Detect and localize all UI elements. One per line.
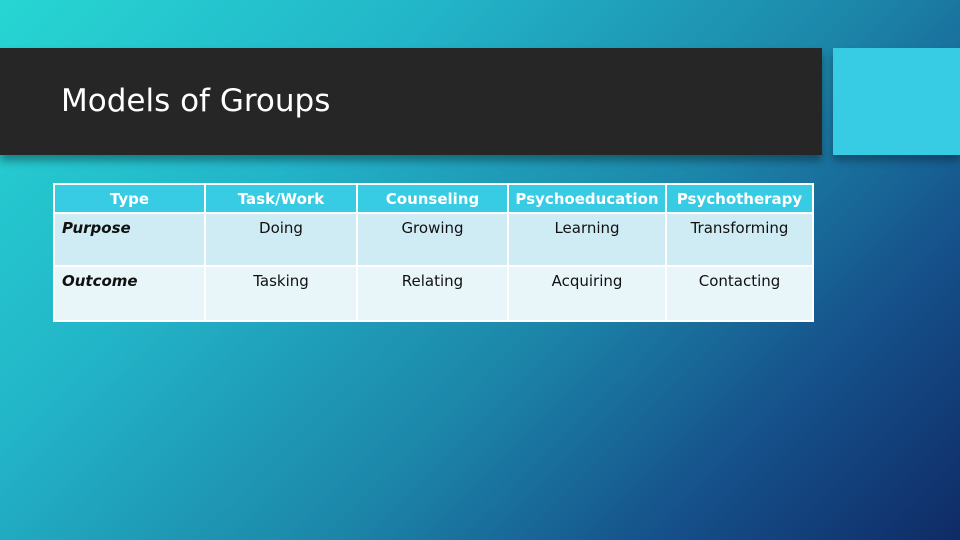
table-cell: Learning — [507, 212, 667, 267]
models-table: Type Task/Work Counseling Psychoeducatio… — [53, 183, 814, 322]
row-label: Purpose — [53, 212, 206, 267]
table-cell: Contacting — [665, 265, 814, 322]
header-psychoeducation: Psychoeducation — [507, 183, 667, 214]
row-label: Outcome — [53, 265, 206, 322]
table-cell: Doing — [204, 212, 358, 267]
table-cell: Growing — [356, 212, 509, 267]
slide-title: Models of Groups — [61, 83, 331, 119]
header-psychotherapy: Psychotherapy — [665, 183, 814, 214]
table-header-row: Type Task/Work Counseling Psychoeducatio… — [53, 183, 814, 214]
table-cell: Relating — [356, 265, 509, 322]
header-task-work: Task/Work — [204, 183, 358, 214]
table-cell: Tasking — [204, 265, 358, 322]
title-bar: Models of Groups — [0, 48, 822, 155]
table-cell: Acquiring — [507, 265, 667, 322]
table-cell: Transforming — [665, 212, 814, 267]
accent-block — [833, 48, 960, 155]
header-type: Type — [53, 183, 206, 214]
table-row: Outcome Tasking Relating Acquiring Conta… — [53, 265, 814, 322]
table-row: Purpose Doing Growing Learning Transform… — [53, 212, 814, 267]
header-counseling: Counseling — [356, 183, 509, 214]
